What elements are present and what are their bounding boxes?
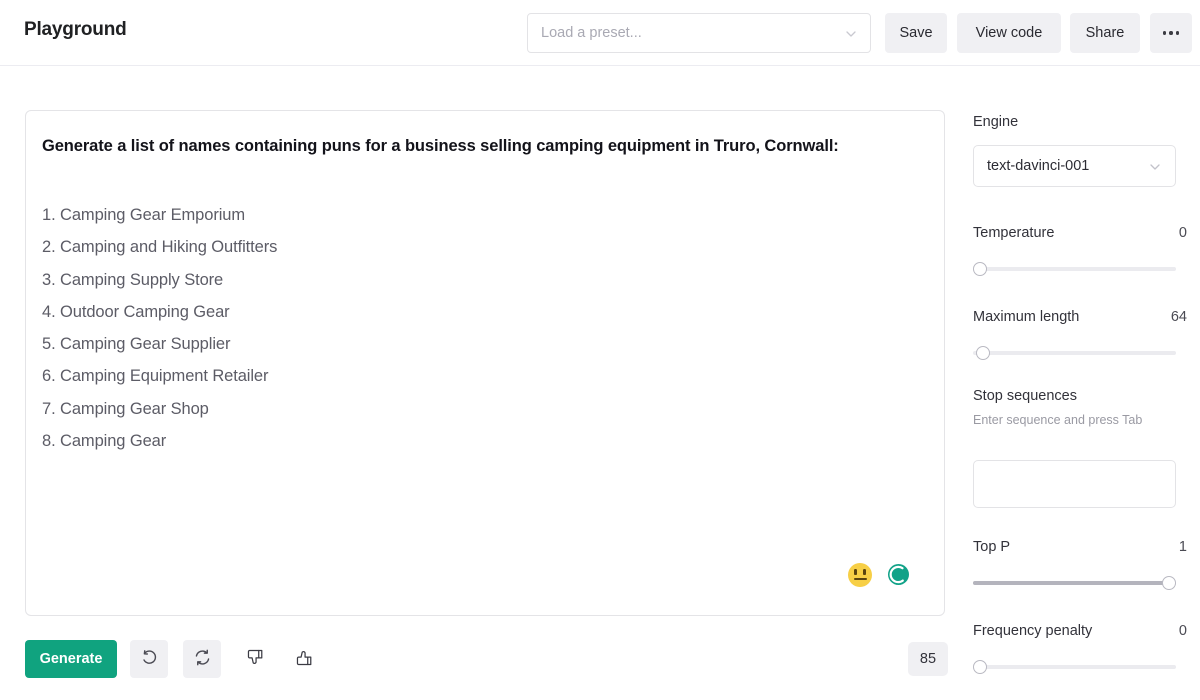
thumbs-up-icon bbox=[295, 648, 314, 670]
maximum-length-value: 64 bbox=[1171, 309, 1187, 325]
stop-sequences-input[interactable] bbox=[973, 460, 1176, 508]
completion-line: 4. Outdoor Camping Gear bbox=[42, 296, 928, 328]
maximum-length-label: Maximum length bbox=[973, 309, 1079, 325]
more-options-button[interactable] bbox=[1150, 13, 1192, 53]
settings-sidebar: Engine text-davinci-001 Temperature 0 Ma… bbox=[960, 66, 1200, 700]
share-button[interactable]: Share bbox=[1070, 13, 1140, 53]
ellipsis-icon bbox=[1163, 31, 1180, 35]
engine-label-row: Engine bbox=[973, 114, 1187, 130]
top-p-value: 1 bbox=[1179, 539, 1187, 555]
regenerate-button[interactable] bbox=[183, 640, 221, 678]
top-p-row: Top P 1 bbox=[973, 539, 1187, 555]
completion-line: 8. Camping Gear bbox=[42, 425, 928, 457]
engine-label: Engine bbox=[973, 114, 1018, 130]
editor-badges bbox=[848, 562, 911, 587]
prompt-editor[interactable]: Generate a list of names containing puns… bbox=[25, 110, 945, 616]
completion-line: 6. Camping Equipment Retailer bbox=[42, 360, 928, 392]
thumbs-down-icon bbox=[246, 648, 265, 670]
loading-spinner-icon bbox=[886, 562, 911, 587]
stop-sequences-label: Stop sequences bbox=[973, 388, 1077, 404]
maximum-length-slider[interactable] bbox=[973, 345, 1176, 361]
slider-thumb[interactable] bbox=[1162, 576, 1176, 590]
prompt-text: Generate a list of names containing puns… bbox=[42, 137, 928, 156]
thumbs-up-button[interactable] bbox=[285, 640, 323, 678]
completion-text: 1. Camping Gear Emporium2. Camping and H… bbox=[42, 199, 928, 457]
frequency-penalty-slider[interactable] bbox=[973, 659, 1176, 675]
chevron-down-icon bbox=[1148, 160, 1162, 174]
slider-thumb[interactable] bbox=[973, 262, 987, 276]
save-button[interactable]: Save bbox=[885, 13, 947, 53]
frequency-penalty-row: Frequency penalty 0 bbox=[973, 623, 1187, 639]
preset-select[interactable]: Load a preset... bbox=[527, 13, 871, 53]
maximum-length-row: Maximum length 64 bbox=[973, 309, 1187, 325]
top-p-label: Top P bbox=[973, 539, 1010, 555]
view-code-button[interactable]: View code bbox=[957, 13, 1061, 53]
app-header: Playground Load a preset... Save View co… bbox=[0, 0, 1200, 66]
token-count-badge: 85 bbox=[908, 642, 948, 676]
neutral-face-emoji-icon[interactable] bbox=[848, 563, 872, 587]
completion-line: 2. Camping and Hiking Outfitters bbox=[42, 231, 928, 263]
completion-line: 5. Camping Gear Supplier bbox=[42, 328, 928, 360]
temperature-row: Temperature 0 bbox=[973, 225, 1187, 241]
preset-placeholder: Load a preset... bbox=[541, 25, 642, 41]
undo-arrow-icon bbox=[140, 648, 159, 670]
stop-sequences-row: Stop sequences bbox=[973, 388, 1187, 404]
temperature-label: Temperature bbox=[973, 225, 1054, 241]
slider-track bbox=[973, 665, 1176, 669]
slider-track bbox=[973, 267, 1176, 271]
regenerate-icon bbox=[193, 648, 212, 670]
editor-bottom-bar: Generate bbox=[0, 634, 960, 700]
generate-button[interactable]: Generate bbox=[25, 640, 117, 678]
slider-thumb[interactable] bbox=[976, 346, 990, 360]
frequency-penalty-label: Frequency penalty bbox=[973, 623, 1092, 639]
completion-line: 1. Camping Gear Emporium bbox=[42, 199, 928, 231]
temperature-slider[interactable] bbox=[973, 261, 1176, 277]
top-p-slider[interactable] bbox=[973, 575, 1176, 591]
page-title: Playground bbox=[24, 19, 127, 41]
chevron-down-icon bbox=[844, 27, 858, 41]
engine-select[interactable]: text-davinci-001 bbox=[973, 145, 1176, 187]
temperature-value: 0 bbox=[1179, 225, 1187, 241]
slider-fill bbox=[973, 581, 1169, 585]
slider-thumb[interactable] bbox=[973, 660, 987, 674]
stop-sequences-hint: Enter sequence and press Tab bbox=[973, 412, 1173, 428]
completion-line: 3. Camping Supply Store bbox=[42, 264, 928, 296]
engine-value: text-davinci-001 bbox=[987, 158, 1089, 174]
thumbs-down-button[interactable] bbox=[236, 640, 274, 678]
completion-line: 7. Camping Gear Shop bbox=[42, 393, 928, 425]
slider-track bbox=[973, 351, 1176, 355]
frequency-penalty-value: 0 bbox=[1179, 623, 1187, 639]
undo-button[interactable] bbox=[130, 640, 168, 678]
